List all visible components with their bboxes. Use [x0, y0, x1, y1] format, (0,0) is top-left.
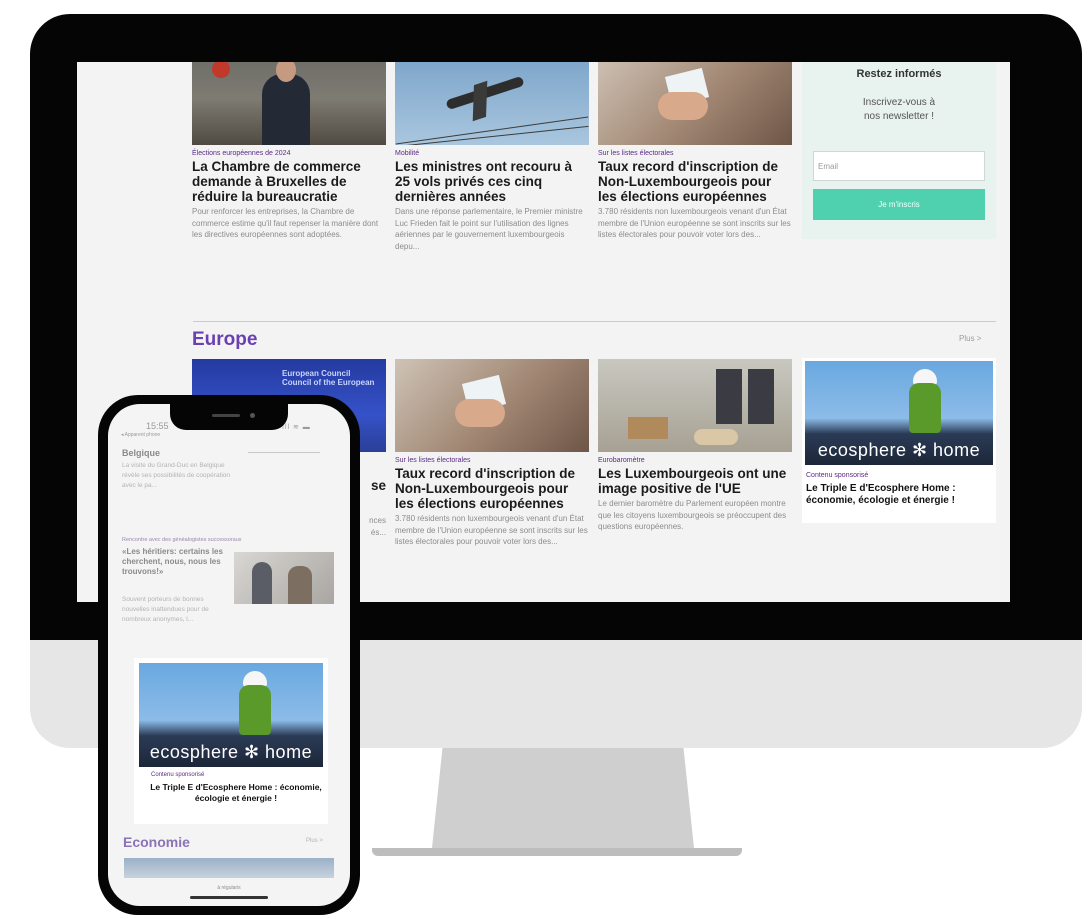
newsletter-title: Restez informés: [856, 68, 942, 80]
article-excerpt: 3.780 résidents non luxembourgeois venan…: [598, 207, 791, 239]
mockup-stage: Élections européennes de 2024 La Chambre…: [0, 0, 1088, 919]
article-image[interactable]: [598, 62, 792, 145]
article-title[interactable]: Taux record d'inscription de Non-Luxembo…: [598, 159, 792, 204]
article-excerpt: 3.780 résidents non luxembourgeois venan…: [395, 514, 588, 546]
phone-article-excerpt: La visite du Grand-Duc en Belgique révèl…: [122, 462, 231, 489]
article-card[interactable]: Eurobaromètre Les Luxembourgeois ont une…: [598, 359, 792, 533]
ecosphere-logo: ecosphere ✻ home: [817, 440, 981, 460]
section-divider: [193, 321, 996, 322]
newsletter-panel: Restez informés Inscrivez-vous à nos new…: [802, 62, 996, 239]
ad-title[interactable]: Le Triple E d'Ecosphere Home : économie,…: [148, 782, 324, 804]
article-image[interactable]: [598, 359, 792, 452]
article-title[interactable]: La Chambre de commerce demande à Bruxell…: [192, 159, 386, 204]
newsletter-text: Inscrivez-vous à nos newsletter !: [862, 97, 936, 122]
dog-icon: [694, 429, 738, 445]
article-kicker[interactable]: Mobilité: [395, 150, 589, 157]
subscribe-button[interactable]: Je m'inscris: [813, 189, 985, 220]
email-field[interactable]: Email: [813, 151, 985, 181]
monitor-foot: [372, 848, 742, 856]
article-kicker[interactable]: Sur les listes électorales: [395, 457, 589, 464]
article-image[interactable]: [192, 62, 386, 145]
article-excerpt: Pour renforcer les entreprises, la Chamb…: [192, 207, 379, 239]
ecosphere-logo: ecosphere ✻ home: [149, 742, 313, 762]
phone-article-excerpt: Souvent porteurs de bonnes nouvelles ina…: [122, 596, 209, 623]
phone-article-image[interactable]: [124, 858, 334, 878]
phone-article-title[interactable]: «Les héritiers: certains les cherchent, …: [122, 547, 240, 577]
status-time: 15:55: [146, 421, 169, 431]
article-kicker[interactable]: Eurobaromètre: [598, 457, 792, 464]
logo-sign-icon: [212, 62, 230, 78]
section-title[interactable]: Europe: [192, 329, 257, 351]
article-title[interactable]: Les ministres ont recouru à 25 vols priv…: [395, 159, 589, 204]
ad-kicker: Contenu sponsorisé: [151, 772, 205, 778]
status-back-label: ◂ Apparent phone: [121, 432, 161, 438]
phone-frame: 15:55 ◂ Apparent phone ıll ≋ ▬ Belgique …: [98, 395, 360, 915]
article-title[interactable]: Les Luxembourgeois ont une image positiv…: [598, 466, 792, 496]
article-excerpt: Le dernier baromètre du Parlement europé…: [598, 499, 787, 531]
phone-sponsored-ad[interactable]: ecosphere ✻ home Contenu sponsorisé Le T…: [134, 658, 328, 824]
ad-title[interactable]: Le Triple E d'Ecosphere Home : économie,…: [806, 483, 992, 507]
article-kicker[interactable]: Élections européennes de 2024: [192, 150, 386, 157]
article-card[interactable]: Élections européennes de 2024 La Chambre…: [192, 62, 386, 241]
camera-icon: [250, 413, 255, 418]
speaker-icon: [212, 414, 240, 417]
article-excerpt: Dans une réponse parlementaire, le Premi…: [395, 207, 583, 251]
phone-article-image[interactable]: [234, 552, 334, 604]
article-image[interactable]: [395, 359, 589, 452]
monitor-stand: [432, 748, 694, 848]
phone-screen: 15:55 ◂ Apparent phone ıll ≋ ▬ Belgique …: [108, 404, 350, 906]
ad-kicker: Contenu sponsorisé: [806, 472, 869, 479]
phone-notch: [170, 404, 288, 430]
more-link[interactable]: Plus >: [959, 334, 981, 343]
phone-more-link[interactable]: Plus >: [306, 838, 323, 844]
article-kicker[interactable]: Sur les listes électorales: [598, 150, 792, 157]
sponsored-ad[interactable]: ecosphere ✻ home Contenu sponsorisé Le T…: [802, 358, 996, 523]
ad-image[interactable]: ecosphere ✻ home: [139, 663, 323, 767]
home-indicator[interactable]: [190, 896, 268, 899]
article-card[interactable]: Sur les listes électorales Taux record d…: [395, 359, 589, 548]
eu-council-text: European Council Council of the European: [282, 369, 375, 387]
phone-article-title[interactable]: Belgique: [122, 448, 160, 458]
article-card[interactable]: Mobilité Les ministres ont recouru à 25 …: [395, 62, 589, 252]
article-title[interactable]: Taux record d'inscription de Non-Luxembo…: [395, 466, 589, 511]
phone-footer-text: à régularis: [217, 885, 241, 891]
article-image[interactable]: [395, 62, 589, 145]
ad-image[interactable]: ecosphere ✻ home: [805, 361, 993, 465]
article-card[interactable]: Sur les listes électorales Taux record d…: [598, 62, 792, 241]
status-icons: ıll ≋ ▬: [282, 424, 311, 431]
phone-article-kicker[interactable]: Rencontre avec des généalogistes success…: [122, 537, 242, 543]
phone-section-title[interactable]: Economie: [123, 834, 190, 850]
